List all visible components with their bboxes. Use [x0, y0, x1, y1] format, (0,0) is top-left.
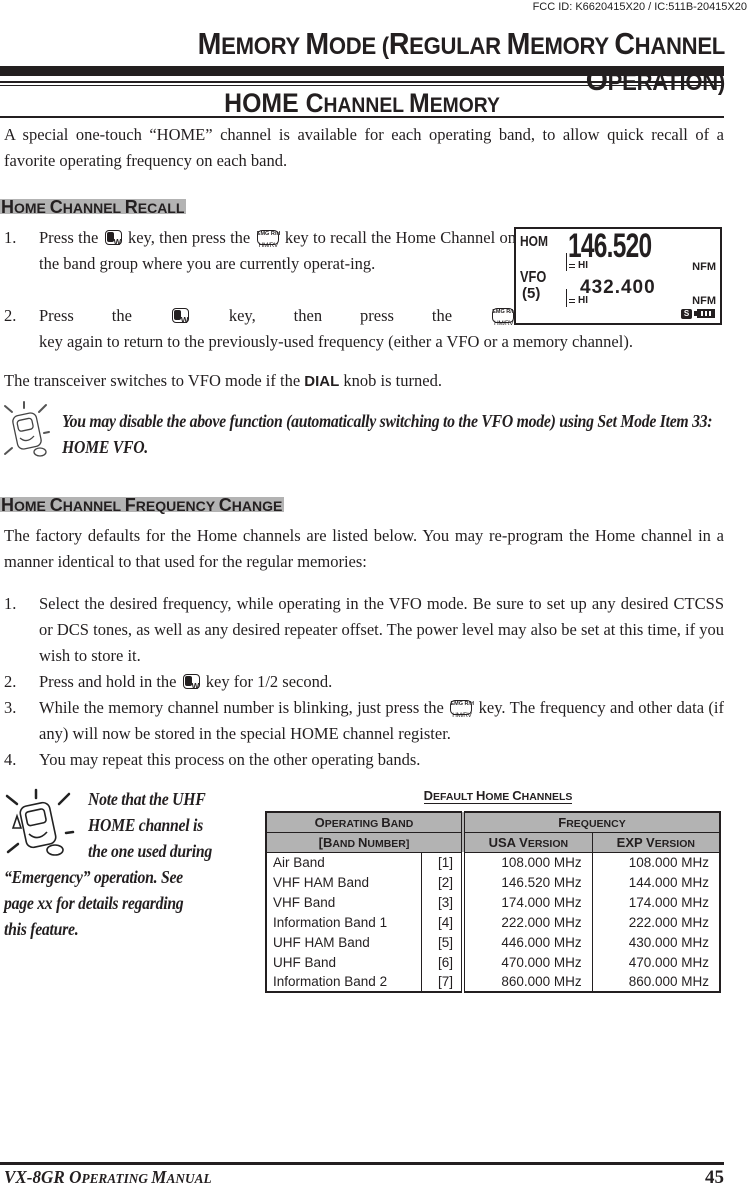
mascot-icon [5, 788, 75, 856]
table-row: UHF HAM Band [5] 446.000 MHz 430.000 MHz [265, 932, 721, 952]
default-home-channels-table: OPERATING BAND FREQUENCY [BAND NUMBER] U… [265, 811, 721, 993]
usa-frequency-cell: 146.520 MHz [462, 872, 593, 892]
section-title: HOME CHANNEL MEMORY [224, 88, 500, 118]
table-row: Air Band [1] 108.000 MHz 108.000 MHz [265, 852, 721, 872]
lcd-mode-top: HOM [520, 233, 548, 250]
band-number-cell: [1] [420, 852, 465, 872]
table-row: Information Band 2 [7] 860.000 MHz 860.000 … [265, 972, 721, 992]
mascot-icon [4, 401, 50, 457]
table-row: Information Band 1 [4] 222.000 MHz 222.000 … [265, 912, 721, 932]
exp-frequency-cell: 860.000 MHz [591, 972, 721, 992]
band-cell: Information Band 2 [265, 972, 422, 992]
fw-key-icon: W [182, 674, 200, 691]
footer-rule [0, 1162, 724, 1165]
band-cell: UHF HAM Band [265, 932, 422, 952]
band-number-cell: [2] [420, 872, 465, 892]
table-row: UHF Band [6] 470.000 MHz 470.000 MHz [265, 952, 721, 972]
band-cell: Information Band 1 [265, 912, 422, 932]
usa-frequency-cell: 446.000 MHz [462, 932, 593, 952]
lcd-channel-bottom: (5) [522, 285, 541, 302]
band-cell: UHF Band [265, 952, 422, 972]
table-row: VHF Band [3] 174.000 MHz 174.000 MHz [265, 892, 721, 912]
note-line-6: this feature. [4, 919, 79, 939]
header-operating-band: OPERATING BAND [265, 811, 465, 833]
tip-text: You may disable the above function (auto… [62, 411, 713, 457]
usa-frequency-cell: 174.000 MHz [462, 892, 593, 912]
fw-key-icon: W [104, 230, 122, 247]
title-rule [0, 66, 724, 76]
exp-frequency-cell: 470.000 MHz [591, 952, 721, 972]
band-number-cell: [6] [420, 952, 465, 972]
lcd-power-bottom: HI [578, 295, 588, 306]
band-number-cell: [3] [420, 892, 465, 912]
section-rule [0, 116, 724, 118]
band-number-cell: [7] [420, 972, 465, 992]
exp-frequency-cell: 144.000 MHz [591, 872, 721, 892]
note-line-2: HOME channel is [88, 815, 203, 835]
band-cell: VHF HAM Band [265, 872, 422, 892]
table-row: VHF HAM Band [2] 146.520 MHz 144.000 MHz [265, 872, 721, 892]
header-exp-version: EXP VERSION [591, 831, 721, 853]
band-cell: Air Band [265, 852, 422, 872]
recall-heading: HOME CHANNEL RECALL [0, 197, 187, 217]
usa-frequency-cell: 222.000 MHz [462, 912, 593, 932]
change-heading: HOME CHANNEL FREQUENCY CHANGE [0, 495, 285, 515]
battery-icon [694, 309, 715, 318]
intro-paragraph: A special one-touch “HOME” channel is av… [4, 125, 724, 170]
hm-rv-key-icon: EMG R/H HM/RV [492, 308, 516, 327]
band-number-cell: [4] [420, 912, 465, 932]
note-line-1: Note that the UHF [88, 789, 206, 809]
change-intro: The factory defaults for the Home channe… [4, 526, 724, 571]
exp-frequency-cell: 430.000 MHz [591, 932, 721, 952]
note-line-4: “Emergency” operation. See [4, 867, 183, 887]
title-rule [0, 81, 724, 83]
usa-frequency-cell: 860.000 MHz [462, 972, 593, 992]
squelch-icon: S [681, 309, 692, 319]
header-band-number: [BAND NUMBER] [265, 831, 465, 853]
header-usa-version: USA VERSION [462, 831, 593, 853]
dial-note: The transceiver switches to VFO mode if … [4, 371, 442, 390]
fcc-id: FCC ID: K6620415X20 / IC:511B-20415X20 [532, 1, 747, 13]
fw-key-icon: W [171, 308, 189, 325]
band-cell: VHF Band [265, 892, 422, 912]
lcd-display: HOM 146.520 HI NFM VFO (5) 432.400 HI NF… [514, 227, 722, 325]
hm-rv-key-icon: EMG R/H HM/RV [450, 700, 474, 719]
manual-title: VX-8GR OPERATING MANUAL [4, 1167, 212, 1187]
exp-frequency-cell: 222.000 MHz [591, 912, 721, 932]
lcd-modulation-bottom: NFM [692, 295, 716, 307]
note-line-5: page xx for details regarding [4, 893, 184, 913]
exp-frequency-cell: 174.000 MHz [591, 892, 721, 912]
hm-rv-key-icon: EMG R/H HM/RV [256, 230, 281, 249]
lcd-power-top: HI [578, 260, 588, 271]
note-line-3: the one used during [88, 841, 212, 861]
lcd-frequency-bottom: 432.400 [580, 277, 656, 298]
page-number: 45 [705, 1167, 724, 1188]
table-title: DEFAULT HOME CHANNELS [423, 788, 573, 804]
exp-frequency-cell: 108.000 MHz [591, 852, 721, 872]
usa-frequency-cell: 470.000 MHz [462, 952, 593, 972]
title-rule [0, 85, 724, 86]
header-frequency: FREQUENCY [462, 811, 721, 833]
usa-frequency-cell: 108.000 MHz [462, 852, 593, 872]
band-number-cell: [5] [420, 932, 465, 952]
lcd-modulation-top: NFM [692, 261, 716, 273]
